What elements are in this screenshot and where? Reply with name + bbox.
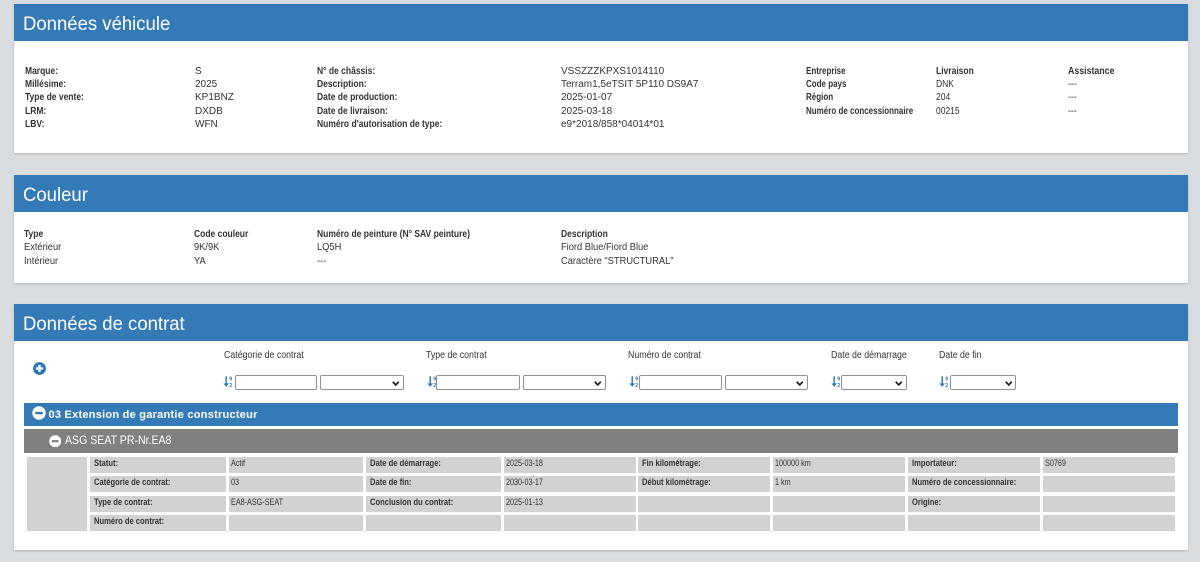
svg-text:2: 2 (945, 383, 948, 387)
svg-text:9: 9 (837, 377, 840, 383)
svg-text:2: 2 (635, 383, 638, 387)
svg-text:9: 9 (635, 377, 638, 383)
svg-text:2: 2 (229, 383, 232, 387)
svg-text:9: 9 (945, 377, 948, 383)
svg-text:9: 9 (229, 377, 232, 383)
svg-text:2: 2 (837, 383, 840, 387)
